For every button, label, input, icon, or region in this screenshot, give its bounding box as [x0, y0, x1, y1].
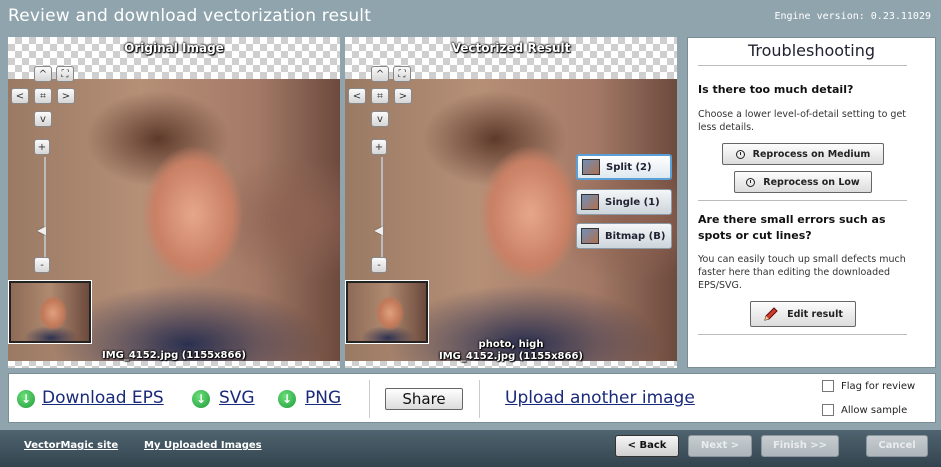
- too-much-detail-question: Is there too much detail?: [698, 83, 854, 96]
- page-title: Review and download vectorization result: [8, 6, 372, 26]
- download-svg-link[interactable]: SVG: [219, 388, 255, 408]
- reprocess-medium-button[interactable]: Reprocess on Medium: [722, 143, 884, 165]
- reprocess-low-button[interactable]: Reprocess on Low: [734, 171, 872, 193]
- fit-view-button[interactable]: ⛶: [56, 66, 74, 82]
- flag-for-review-label: Flag for review: [841, 381, 916, 392]
- zoom-in-button[interactable]: +: [34, 139, 50, 155]
- allow-sample-label: Allow sample: [841, 405, 908, 416]
- original-image-viewer[interactable]: Original Image ^ ⛶ < ⌗ > v + ◀ - IMG_415…: [8, 37, 340, 368]
- original-caption: IMG_4152.jpg (1155x866): [101, 350, 247, 361]
- vectorized-settings-caption: photo, high: [478, 339, 544, 350]
- vectorized-result-title: Vectorized Result: [451, 41, 571, 55]
- divider: [698, 200, 907, 201]
- single-view-icon: [581, 194, 599, 210]
- download-arrow-icon[interactable]: ↓: [17, 390, 35, 408]
- center-view-button[interactable]: ⌗: [34, 88, 52, 104]
- zoom-in-button[interactable]: +: [371, 139, 387, 155]
- download-toolbar: ↓ Download EPS ↓ SVG ↓ PNG Share Upload …: [8, 373, 936, 423]
- edit-result-button[interactable]: Edit result: [750, 301, 856, 327]
- zoom-out-button[interactable]: -: [371, 257, 387, 273]
- download-png-link[interactable]: PNG: [305, 388, 341, 408]
- footer-bar: VectorMagic site My Uploaded Images < Ba…: [0, 430, 941, 467]
- zoom-slider-track[interactable]: [44, 157, 46, 259]
- pan-left-button[interactable]: <: [348, 88, 366, 104]
- pencil-icon: [764, 307, 778, 321]
- next-button[interactable]: Next >: [688, 435, 752, 457]
- bitmap-view-icon: [581, 228, 599, 244]
- original-thumbnail[interactable]: [8, 280, 92, 344]
- pan-down-button[interactable]: v: [34, 111, 52, 127]
- view-mode-bitmap-button[interactable]: Bitmap (B): [576, 223, 672, 249]
- zoom-slider-handle[interactable]: ◀: [37, 223, 46, 237]
- view-mode-label: Split (2): [606, 161, 652, 173]
- download-eps-link[interactable]: Download EPS: [42, 388, 164, 408]
- vectorized-result-viewer[interactable]: Vectorized Result ^ ⛶ < ⌗ > v + ◀ - Spli…: [345, 37, 677, 368]
- clock-icon: [746, 177, 756, 187]
- pan-right-button[interactable]: >: [57, 88, 75, 104]
- pan-right-button[interactable]: >: [394, 88, 412, 104]
- small-errors-question: Are there small errors such as spots or …: [698, 213, 886, 242]
- my-uploaded-images-link[interactable]: My Uploaded Images: [144, 440, 262, 451]
- view-mode-label: Bitmap (B): [605, 230, 666, 242]
- troubleshooting-panel: Troubleshooting Is there too much detail…: [687, 37, 936, 368]
- zoom-slider-handle[interactable]: ◀: [374, 223, 383, 237]
- download-arrow-icon[interactable]: ↓: [278, 390, 296, 408]
- reprocess-medium-label: Reprocess on Medium: [752, 148, 871, 160]
- pan-left-button[interactable]: <: [11, 88, 29, 104]
- divider: [698, 334, 907, 335]
- pan-down-button[interactable]: v: [371, 111, 389, 127]
- divider: [698, 65, 907, 66]
- troubleshooting-title: Troubleshooting: [747, 41, 876, 60]
- share-button[interactable]: Share: [385, 388, 463, 410]
- vectorized-thumbnail[interactable]: [345, 280, 429, 344]
- back-button[interactable]: < Back: [615, 435, 679, 457]
- too-much-detail-text: Choose a lower level-of-detail setting t…: [698, 109, 907, 133]
- cancel-button[interactable]: Cancel: [866, 435, 928, 457]
- pan-up-button[interactable]: ^: [371, 66, 389, 82]
- divider: [479, 380, 480, 418]
- download-arrow-icon[interactable]: ↓: [192, 390, 210, 408]
- vectorized-caption: IMG_4152.jpg (1155x866): [438, 351, 584, 362]
- center-view-button[interactable]: ⌗: [371, 88, 389, 104]
- vectormagic-site-link[interactable]: VectorMagic site: [24, 440, 118, 451]
- finish-button[interactable]: Finish >>: [761, 435, 839, 457]
- view-mode-split-button[interactable]: Split (2): [576, 154, 672, 180]
- upload-another-image-link[interactable]: Upload another image: [505, 388, 695, 408]
- allow-sample-checkbox[interactable]: [822, 404, 834, 416]
- small-errors-text: You can easily touch up small defects mu…: [698, 254, 906, 291]
- zoom-slider-track[interactable]: [381, 157, 383, 259]
- view-mode-label: Single (1): [605, 196, 660, 208]
- engine-version: Engine version: 0.23.11029: [774, 11, 931, 22]
- divider: [369, 380, 370, 418]
- flag-for-review-checkbox[interactable]: [822, 380, 834, 392]
- view-mode-single-button[interactable]: Single (1): [576, 189, 672, 215]
- reprocess-low-label: Reprocess on Low: [763, 176, 860, 188]
- clock-icon: [735, 149, 745, 159]
- pan-up-button[interactable]: ^: [34, 66, 52, 82]
- split-view-icon: [582, 159, 600, 175]
- original-image-title: Original Image: [124, 41, 224, 55]
- edit-result-label: Edit result: [787, 308, 843, 320]
- fit-view-button[interactable]: ⛶: [393, 66, 411, 82]
- zoom-out-button[interactable]: -: [34, 257, 50, 273]
